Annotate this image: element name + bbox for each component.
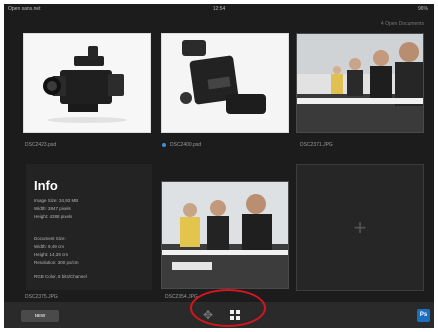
document-name-3[interactable]: DSC2371.JPG	[300, 142, 333, 148]
meeting-photo	[297, 34, 423, 132]
info-title: Info	[34, 178, 58, 193]
battery-level: 96%	[417, 6, 428, 12]
app-screen: Open sans.net 12:54 96% 4 Open Documents…	[4, 4, 434, 328]
document-name-4[interactable]: DSC2375.JPG	[25, 294, 58, 300]
document-info-panel[interactable]: Info Image Size: 34,93 MB Width: 2847 pi…	[26, 164, 152, 290]
grid-cell	[230, 316, 234, 320]
document-name-1[interactable]: DSC2423.psd	[25, 142, 56, 148]
add-document-card[interactable]: +	[296, 164, 424, 291]
info-doc-width: Width: 9,49 cm	[34, 244, 65, 249]
document-name-2[interactable]: DSC2400.psd	[170, 142, 201, 148]
meeting-photo-2	[162, 182, 288, 288]
selected-indicator-dot	[162, 143, 166, 147]
info-resolution: Resolution: 300 px/cm	[34, 260, 79, 265]
grid-view-icon[interactable]	[230, 310, 240, 320]
info-image-size: Image Size: 34,93 MB	[34, 198, 79, 203]
status-bar: Open sans.net 12:54 96%	[4, 4, 434, 15]
plus-icon: +	[353, 214, 367, 240]
document-thumbnail-3[interactable]	[296, 33, 424, 133]
move-icon[interactable]: ✥	[202, 309, 214, 321]
grid-cell	[236, 316, 240, 320]
new-document-button[interactable]: NEW	[21, 310, 59, 322]
info-document-size: Document Size:	[34, 236, 66, 241]
info-width: Width: 2847 pixels	[34, 206, 71, 211]
document-thumbnail-2[interactable]	[161, 33, 289, 133]
open-documents-count: 4 Open Documents	[380, 21, 424, 27]
camcorder-photo	[24, 34, 150, 132]
document-thumbnail-1[interactable]	[23, 33, 151, 133]
clock: 12:54	[212, 6, 226, 12]
grid-cell	[236, 310, 240, 314]
info-doc-height: Height: 14,29 cm	[34, 252, 69, 257]
document-thumbnail-5[interactable]	[161, 181, 289, 289]
info-height: Height: 4288 pixels	[34, 214, 73, 219]
photoshop-app-icon[interactable]: Ps	[417, 309, 430, 322]
info-color-mode: RGB Color, 8 bits/Channel	[34, 274, 87, 279]
grid-cell	[230, 310, 234, 314]
recorder-photo	[162, 34, 288, 132]
bottom-toolbar: NEW ✥ Ps	[4, 302, 434, 328]
document-name-5[interactable]: DSC2354.JPG	[165, 294, 198, 300]
